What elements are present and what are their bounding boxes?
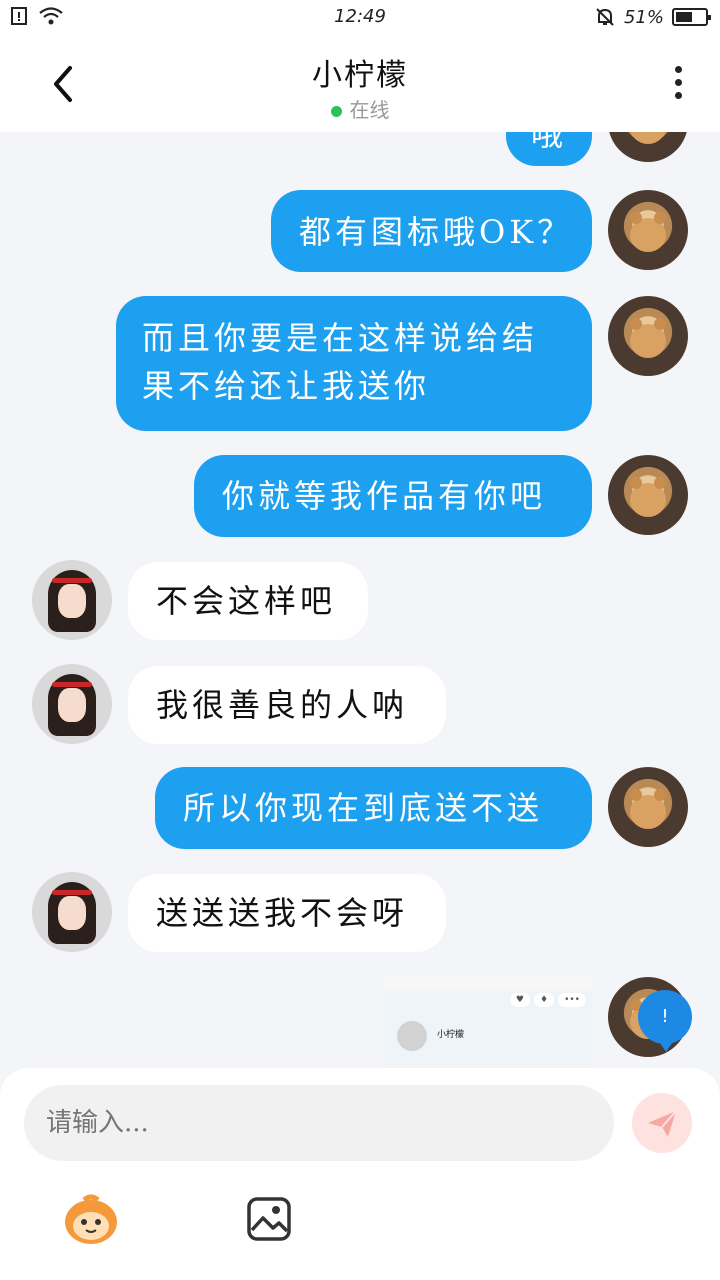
more-dots-icon bbox=[674, 66, 682, 73]
image-icon bbox=[247, 1197, 291, 1241]
my-avatar[interactable] bbox=[608, 296, 688, 376]
bear-icon bbox=[630, 318, 666, 358]
message-bubble-incoming[interactable]: 不会这样吧 bbox=[128, 562, 368, 640]
emoji-icon bbox=[65, 1194, 117, 1244]
online-status-label: 在线 bbox=[349, 98, 390, 122]
contact-name: 小柠檬 bbox=[312, 58, 408, 93]
battery-icon bbox=[672, 8, 711, 26]
contact-avatar[interactable] bbox=[32, 664, 112, 744]
message-bubble-outgoing[interactable]: 所以你现在到底送不送 bbox=[155, 767, 592, 849]
message-input[interactable] bbox=[24, 1085, 614, 1161]
message-bubble-incoming[interactable]: 送送送我不会呀 bbox=[128, 874, 446, 952]
message-bubble-outgoing[interactable]: 都有图标哦OK？ bbox=[271, 190, 592, 272]
image-button[interactable] bbox=[246, 1196, 292, 1242]
image-message[interactable]: ♥ ♦ ••• 小柠檬 bbox=[385, 977, 592, 1068]
screenshot-name: 小柠檬 bbox=[437, 1030, 465, 1040]
my-avatar[interactable] bbox=[608, 132, 688, 162]
message-bubble-outgoing[interactable]: 而且你要是在这样说给结果不给还让我送你 bbox=[116, 296, 592, 431]
battery-percent: 51% bbox=[623, 6, 664, 28]
bear-icon bbox=[630, 477, 666, 517]
my-avatar[interactable] bbox=[608, 190, 688, 270]
message-bubble-outgoing[interactable]: 你就等我作品有你吧 bbox=[194, 455, 592, 537]
status-bar: 12:49 51% bbox=[0, 0, 720, 36]
bear-icon bbox=[630, 132, 666, 144]
online-status: 在线 bbox=[0, 94, 720, 123]
send-button[interactable] bbox=[632, 1093, 692, 1153]
bear-icon bbox=[630, 789, 666, 829]
message-bubble-incoming[interactable]: 我很善良的人呐 bbox=[128, 666, 446, 744]
more-options-button[interactable] bbox=[670, 66, 686, 106]
contact-avatar[interactable] bbox=[32, 872, 112, 952]
screenshot-avatar bbox=[397, 1021, 427, 1051]
chat-header: 小柠檬 在线 bbox=[0, 36, 720, 132]
chat-screen: 12:49 51% 小柠檬 在线 哦 都有图标哦OK？ 而且你要是在这样说给结果… bbox=[0, 0, 720, 1280]
contact-avatar[interactable] bbox=[32, 560, 112, 640]
my-avatar[interactable] bbox=[608, 455, 688, 535]
message-list[interactable]: 哦 都有图标哦OK？ 而且你要是在这样说给结果不给还让我送你 你就等我作品有你吧… bbox=[0, 132, 720, 1068]
alert-badge[interactable]: ! bbox=[638, 990, 692, 1052]
bear-icon bbox=[630, 212, 666, 252]
message-bubble-outgoing[interactable]: 哦 bbox=[506, 132, 592, 166]
input-panel bbox=[0, 1068, 720, 1280]
bell-off-icon bbox=[596, 8, 614, 26]
send-icon bbox=[648, 1110, 677, 1137]
online-dot-icon bbox=[330, 106, 342, 117]
emoji-button[interactable] bbox=[60, 1192, 122, 1246]
my-avatar[interactable] bbox=[608, 767, 688, 847]
